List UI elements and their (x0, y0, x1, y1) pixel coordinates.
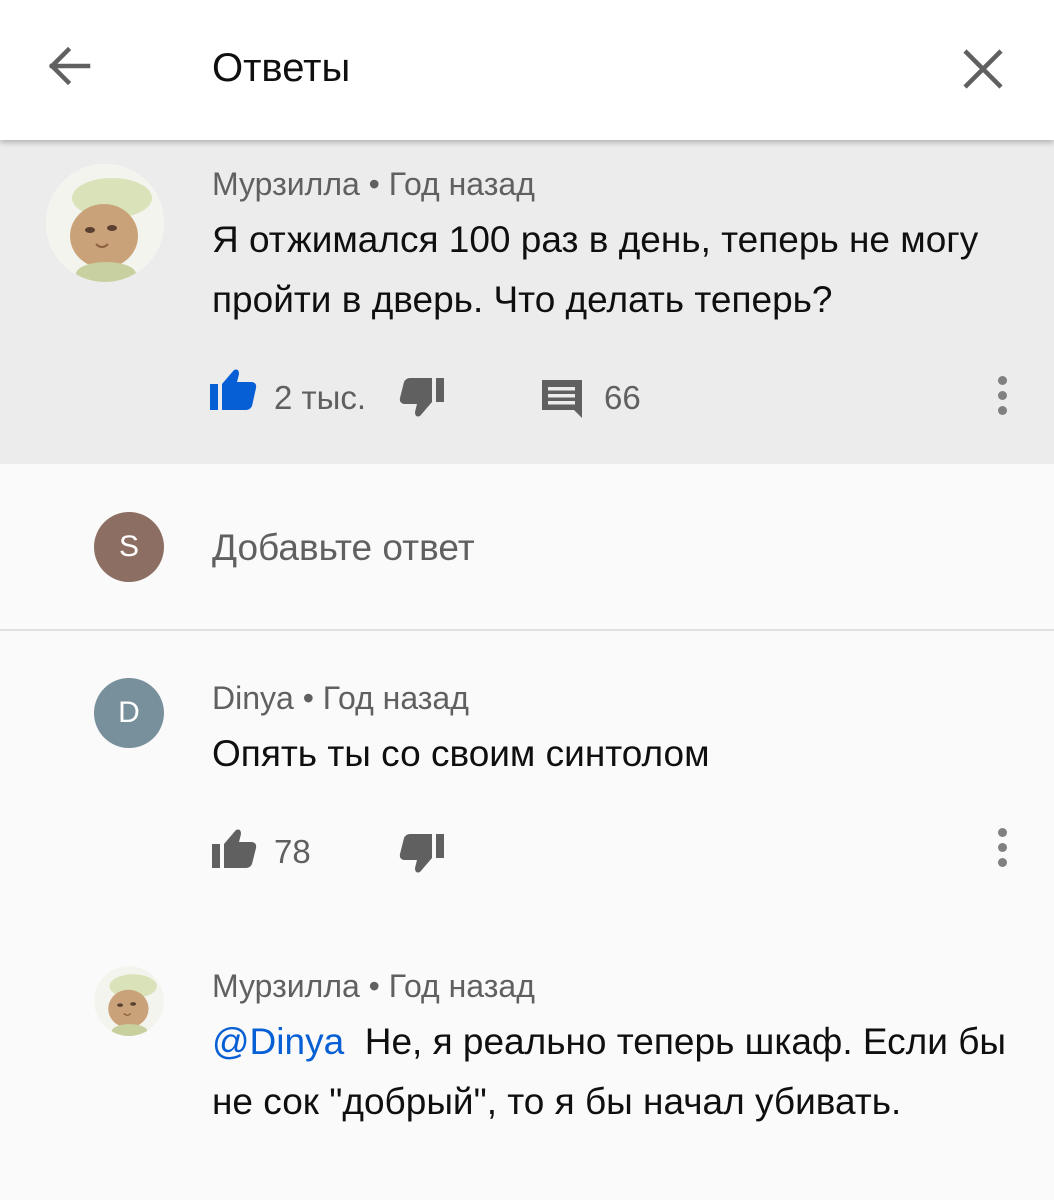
close-button[interactable] (950, 36, 1016, 102)
cat-avatar-icon (94, 966, 164, 1036)
comment-text: Опять ты со своим синтолом (212, 733, 710, 774)
comment-meta: Мурзилла • Год назад (212, 966, 535, 1006)
reply-button[interactable] (540, 378, 584, 420)
close-icon (963, 49, 1003, 89)
avatar[interactable]: D (94, 678, 164, 748)
cat-avatar-icon (46, 164, 164, 282)
comment-text: @Dinya Не, я реально теперь шкаф. Если б… (212, 1012, 1012, 1132)
like-count: 78 (274, 833, 311, 870)
like-button[interactable] (208, 366, 260, 412)
avatar[interactable] (46, 164, 164, 282)
page-title: Ответы (212, 46, 351, 90)
reply-count: 66 (604, 379, 641, 416)
meta-separator: • (302, 680, 314, 716)
replies-header: Ответы (0, 0, 1054, 140)
comment-icon (542, 380, 582, 418)
parent-comment: Мурзилла • Год назад Я отжимался 100 раз… (0, 140, 1054, 464)
back-button[interactable] (40, 36, 100, 96)
thumbs-up-icon (212, 829, 257, 868)
like-button[interactable] (210, 826, 258, 870)
dislike-button[interactable] (398, 376, 446, 420)
mention-link[interactable]: @Dinya (212, 1021, 344, 1062)
dislike-button[interactable] (398, 832, 446, 876)
kebab-dot (997, 858, 1007, 867)
avatar-letter: S (118, 530, 139, 563)
more-options-button[interactable] (990, 828, 1014, 876)
comment-time[interactable]: Год назад (389, 968, 535, 1004)
author-name[interactable]: Мурзилла (212, 166, 360, 202)
kebab-dot (997, 406, 1007, 415)
arrow-left-icon (48, 46, 91, 86)
divider (0, 629, 1054, 631)
thumbs-up-filled-icon (210, 369, 257, 410)
comment-meta: Мурзилла • Год назад (212, 164, 535, 204)
kebab-dot (997, 391, 1007, 400)
more-options-button[interactable] (990, 376, 1014, 424)
author-name[interactable]: Dinya (212, 680, 294, 716)
author-name[interactable]: Мурзилла (212, 968, 360, 1004)
thumbs-down-icon (399, 378, 444, 417)
comment-time[interactable]: Год назад (323, 680, 469, 716)
avatar[interactable] (94, 966, 164, 1036)
comment-meta: Dinya • Год назад (212, 678, 469, 718)
like-count: 2 тыс. (274, 379, 367, 416)
thumbs-down-icon (399, 834, 444, 873)
comment-text: Я отжимался 100 раз в день, теперь не мо… (212, 219, 979, 320)
kebab-dot (997, 376, 1007, 385)
meta-separator: • (368, 166, 380, 202)
avatar-letter: D (118, 696, 140, 729)
comment-time[interactable]: Год назад (389, 166, 535, 202)
current-user-avatar[interactable]: S (94, 512, 164, 582)
add-reply-row[interactable]: S Добавьте ответ (0, 464, 1054, 630)
kebab-dot (997, 828, 1007, 837)
kebab-dot (997, 843, 1007, 852)
meta-separator: • (368, 968, 380, 1004)
add-reply-input[interactable]: Добавьте ответ (212, 526, 475, 570)
